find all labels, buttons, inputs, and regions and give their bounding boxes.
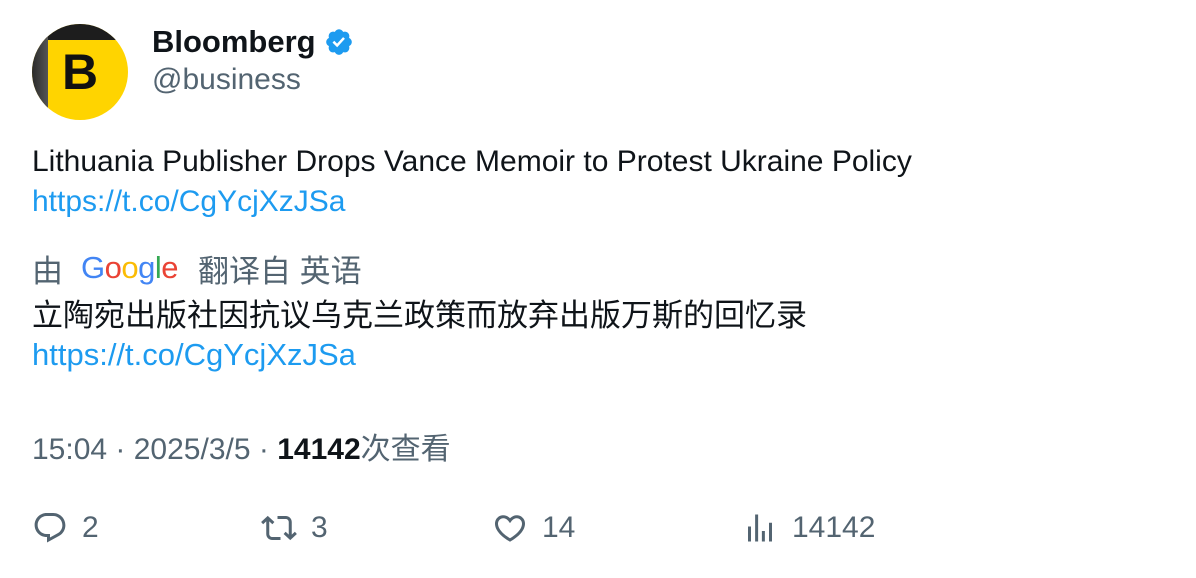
reply-icon [34, 513, 66, 543]
views-count: 14142 [277, 433, 361, 466]
translated-body: 立陶宛出版社因抗议乌克兰政策而放弃出版万斯的回忆录 [32, 298, 807, 333]
reply-count: 2 [82, 511, 99, 544]
avatar-shade [32, 24, 48, 120]
repost-button[interactable]: 3 [261, 510, 328, 546]
analytics-icon [748, 514, 772, 542]
views-label: 次查看 [360, 433, 451, 466]
views-action-count: 14142 [792, 511, 876, 544]
google-logo: Google [81, 250, 179, 285]
repost-icon [261, 515, 297, 541]
meta-separator: · [107, 433, 134, 466]
author-name-row: Bloomberg [152, 22, 354, 62]
translation-attribution: 由 Google 翻译自 英语 [32, 248, 362, 289]
like-count: 14 [542, 511, 576, 544]
handle[interactable]: @business [152, 63, 301, 97]
verified-badge-icon [325, 29, 352, 55]
views-button[interactable]: 14142 [742, 510, 875, 546]
tweet-meta: 15:04 · 2025/3/5 · 14142次查看 [32, 424, 451, 468]
action-bar: 2 3 14 14142 [0, 510, 1196, 554]
tweet-time[interactable]: 15:04 [32, 433, 107, 466]
translation-suffix: 翻译自 英语 [198, 253, 362, 289]
display-name[interactable]: Bloomberg [152, 24, 316, 60]
translation-prefix: 由 [32, 253, 63, 289]
heart-icon [494, 515, 526, 542]
tweet-date[interactable]: 2025/3/5 [134, 433, 251, 466]
tweet-link[interactable]: https://t.co/CgYcjXzJSa [32, 182, 1162, 222]
tweet-text: Lithuania Publisher Drops Vance Memoir t… [32, 142, 1162, 222]
tweet-body: Lithuania Publisher Drops Vance Memoir t… [32, 145, 912, 178]
translated-link[interactable]: https://t.co/CgYcjXzJSa [32, 335, 1162, 374]
translated-text: 立陶宛出版社因抗议乌克兰政策而放弃出版万斯的回忆录 https://t.co/C… [32, 296, 1162, 374]
reply-button[interactable]: 2 [32, 510, 99, 546]
like-button[interactable]: 14 [492, 510, 575, 546]
avatar-letter: B [62, 44, 99, 100]
meta-separator: · [250, 433, 278, 466]
avatar[interactable]: B [32, 24, 128, 120]
repost-count: 3 [311, 511, 328, 544]
